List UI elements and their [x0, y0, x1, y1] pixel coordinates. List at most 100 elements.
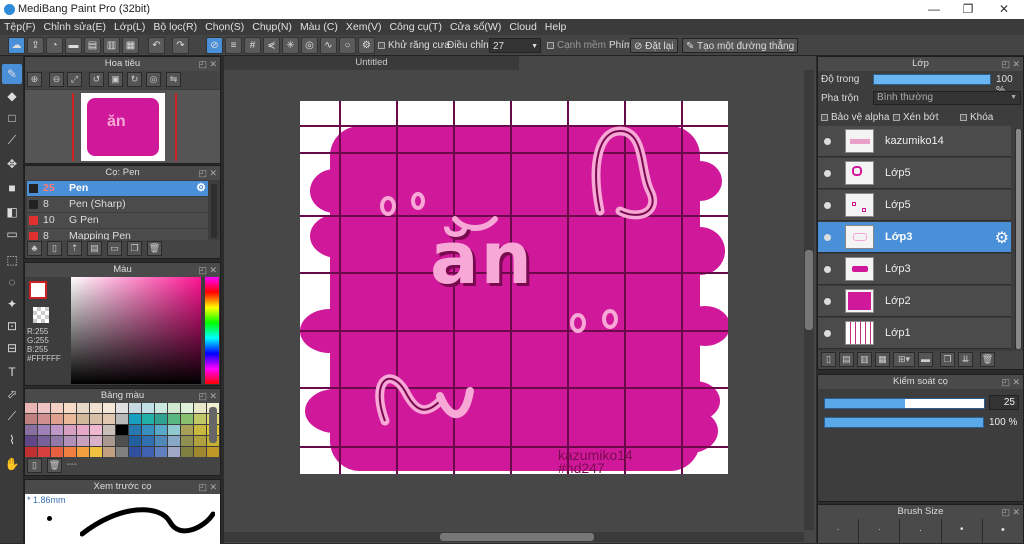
- layer-row[interactable]: Lớp5: [818, 158, 1011, 189]
- navigator-preview[interactable]: ăn: [25, 90, 220, 163]
- eye-icon[interactable]: [824, 234, 831, 241]
- no-snap-icon[interactable]: ⊘: [206, 37, 223, 54]
- menu-color[interactable]: Màu (C): [296, 19, 342, 35]
- secondary-color-swatch[interactable]: [33, 307, 49, 323]
- brush-item[interactable]: 8 Pen (Sharp): [27, 197, 208, 212]
- bucket-tool-icon[interactable]: ◧: [2, 202, 22, 222]
- redo-icon[interactable]: ↷: [172, 37, 189, 54]
- panel-menu-icon[interactable]: ◰ ✕: [1001, 57, 1020, 71]
- saturation-picker[interactable]: [71, 277, 201, 384]
- brush-size-preset[interactable]: ·: [900, 519, 942, 543]
- cloud-icon[interactable]: ☁: [8, 37, 25, 54]
- lock-checkbox[interactable]: Khóa: [960, 112, 993, 123]
- blend-dropdown[interactable]: Bình thường ▼: [873, 91, 1021, 105]
- panel-menu-icon[interactable]: ◰ ✕: [1001, 375, 1020, 389]
- eye-icon[interactable]: [824, 330, 831, 337]
- close-button[interactable]: ✕: [986, 0, 1022, 19]
- panel-menu-icon[interactable]: ◰ ✕: [198, 57, 217, 71]
- horizontal-scrollbar[interactable]: [224, 532, 804, 542]
- scroll-thumb[interactable]: [440, 533, 594, 541]
- layer-row[interactable]: Lớp5: [818, 190, 1011, 221]
- layer-row[interactable]: Lớp2: [818, 286, 1011, 317]
- panel-menu-icon[interactable]: ◰ ✕: [198, 480, 217, 494]
- menu-window[interactable]: Cửa sổ(W): [446, 19, 505, 35]
- perspective-snap-icon[interactable]: ⋞: [263, 37, 280, 54]
- undo-icon[interactable]: ↶: [148, 37, 165, 54]
- grid-snap-icon[interactable]: #: [244, 37, 261, 54]
- hand-tool-icon[interactable]: ✋: [2, 454, 22, 474]
- radial-snap-icon[interactable]: ✳: [282, 37, 299, 54]
- folder-icon[interactable]: ▭: [107, 241, 122, 256]
- palette-scrollbar[interactable]: [209, 407, 217, 443]
- select-pen-icon[interactable]: ⊡: [2, 316, 22, 336]
- panel-menu-icon[interactable]: ◰ ✕: [198, 389, 217, 403]
- menu-cloud[interactable]: Cloud: [505, 19, 540, 35]
- eraser-tool-icon[interactable]: ◆: [2, 86, 22, 106]
- lasso-tool-icon[interactable]: ◌: [2, 272, 22, 292]
- layer-row[interactable]: Lớp3 ⚙: [818, 222, 1011, 253]
- circle-snap-icon[interactable]: ◎: [301, 37, 318, 54]
- create-line-button[interactable]: ✎ Tạo một đường thẳng: [682, 38, 799, 53]
- palette-grid[interactable]: [25, 403, 219, 457]
- reset-button[interactable]: ⊘ Đặt lại: [630, 38, 678, 53]
- new-8bit-layer-icon[interactable]: ▥: [857, 352, 872, 367]
- folder-icon[interactable]: ▬: [918, 352, 933, 367]
- grid-layout-icon[interactable]: ▦: [122, 37, 139, 54]
- menu-edit[interactable]: Chỉnh sửa(E): [40, 19, 110, 35]
- magic-wand-icon[interactable]: ✦: [2, 294, 22, 314]
- layer-row[interactable]: Lớp1: [818, 318, 1011, 349]
- merge-down-icon[interactable]: ⇊: [958, 352, 973, 367]
- menu-view[interactable]: Xem(V): [342, 19, 386, 35]
- comment-icon[interactable]: ◔: [46, 37, 63, 54]
- brush-settings-icon[interactable]: ▤: [87, 241, 102, 256]
- pages-icon[interactable]: ▥: [103, 37, 120, 54]
- trash-icon[interactable]: 🗑: [147, 241, 162, 256]
- brush-size-preset[interactable]: ·: [818, 519, 860, 543]
- menu-help[interactable]: Help: [541, 19, 571, 35]
- eye-icon[interactable]: [824, 298, 831, 305]
- gear-icon[interactable]: ⚙: [995, 228, 1009, 248]
- brush-item[interactable]: 8 Mapping Pen: [27, 229, 208, 240]
- zoom-out-icon[interactable]: ⊖: [49, 72, 64, 87]
- add-brush-icon[interactable]: ♣: [27, 241, 42, 256]
- menu-select[interactable]: Chọn(S): [201, 19, 248, 35]
- canvas-tab[interactable]: Untitled: [224, 56, 519, 70]
- flip-icon[interactable]: ⇋: [166, 72, 181, 87]
- new-halftone-layer-icon[interactable]: ▤: [839, 352, 854, 367]
- panel-menu-icon[interactable]: ◰ ✕: [198, 166, 217, 180]
- select-eraser-icon[interactable]: ⊟: [2, 338, 22, 358]
- trash-icon[interactable]: 🗑: [980, 352, 995, 367]
- protect-alpha-checkbox[interactable]: Bảo vệ alpha: [821, 112, 889, 123]
- eye-icon[interactable]: [824, 202, 831, 209]
- gear-icon[interactable]: ⚙: [196, 181, 206, 196]
- rotate-right-icon[interactable]: ↻: [127, 72, 142, 87]
- brush-item[interactable]: 10 G Pen: [27, 213, 208, 228]
- layer-scrollbar[interactable]: [1015, 129, 1022, 349]
- divide-tool-icon[interactable]: ⟋: [2, 406, 22, 426]
- fill-rect-tool-icon[interactable]: ■: [2, 178, 22, 198]
- curve-snap-icon[interactable]: ∿: [320, 37, 337, 54]
- new-layer-icon[interactable]: ▯: [821, 352, 836, 367]
- brush-size-preset[interactable]: •: [941, 519, 983, 543]
- eye-icon[interactable]: [824, 138, 831, 145]
- vertical-scrollbar[interactable]: [804, 70, 814, 530]
- primary-color-swatch[interactable]: [29, 281, 47, 299]
- gradient-tool-icon[interactable]: ▭: [2, 224, 22, 244]
- brush-size-preset[interactable]: ·: [859, 519, 901, 543]
- panel-menu-icon[interactable]: ◰ ✕: [1001, 505, 1020, 519]
- menu-file[interactable]: Tệp(F): [0, 19, 40, 35]
- antialias-checkbox[interactable]: Khử răng cưa: [378, 38, 450, 53]
- new-brush-icon[interactable]: ▯: [47, 241, 62, 256]
- operation-tool-icon[interactable]: ⬀: [2, 384, 22, 404]
- menu-layer[interactable]: Lớp(L): [110, 19, 149, 35]
- clip-checkbox[interactable]: Xén bớt: [893, 112, 938, 123]
- actual-size-icon[interactable]: ▣: [108, 72, 123, 87]
- scroll-thumb[interactable]: [1016, 129, 1021, 349]
- maximize-button[interactable]: ❐: [950, 0, 986, 19]
- brush-size-input[interactable]: 25: [989, 395, 1019, 410]
- text-tool-icon[interactable]: T: [2, 362, 22, 382]
- minimize-button[interactable]: —: [916, 0, 952, 19]
- smooth-checkbox[interactable]: Cạnh mềm: [547, 38, 606, 53]
- scroll-thumb[interactable]: [805, 250, 813, 330]
- trash-icon[interactable]: 🗑: [47, 458, 62, 473]
